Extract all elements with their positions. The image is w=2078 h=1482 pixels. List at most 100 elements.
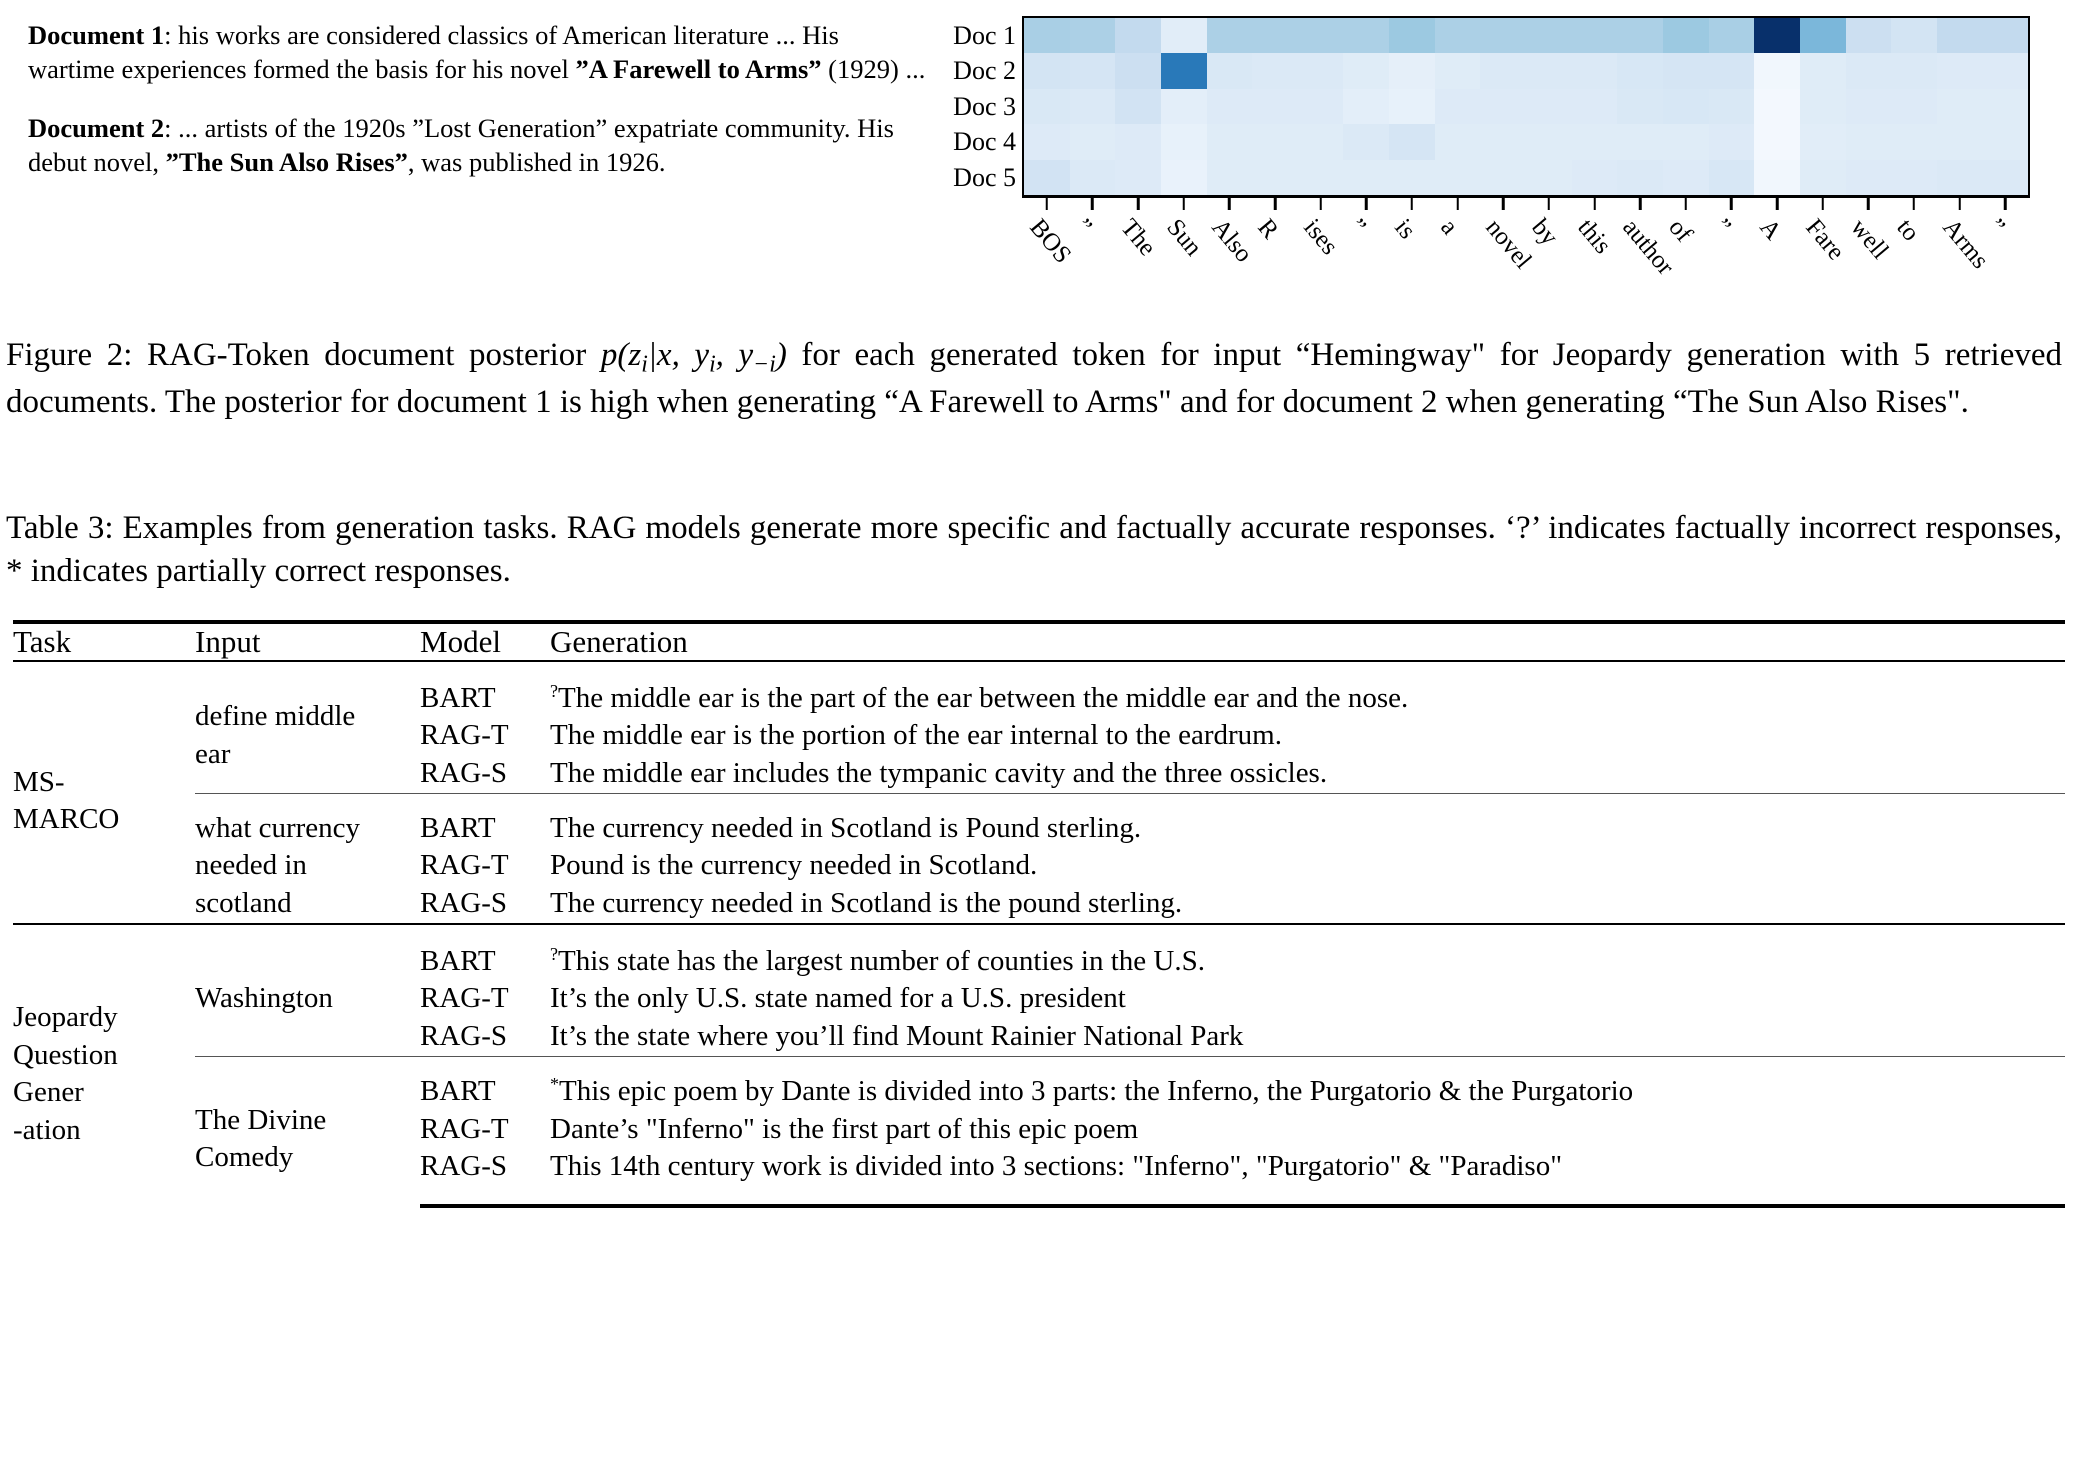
- heatmap-cell: [1206, 159, 1253, 195]
- x-tick-label-slot: well: [1846, 210, 1894, 320]
- heatmap-cell: [1571, 124, 1618, 160]
- table-header-row: Task Input Model Generation: [13, 621, 2065, 661]
- heatmap-cell: [1252, 53, 1298, 89]
- x-tick-label: BOS: [1024, 213, 1077, 269]
- heatmap-cell: [1571, 18, 1618, 54]
- input-line: Washington: [195, 982, 333, 1015]
- heatmap-cell: [1024, 124, 1070, 160]
- task-line: Gener: [13, 1076, 84, 1109]
- formula-y1-subscript: i: [709, 351, 716, 378]
- heatmap-cell: [1297, 53, 1344, 89]
- model-cell: BART: [420, 792, 550, 848]
- x-tick-label: ”: [1982, 213, 2011, 240]
- generation-text: This state has the largest number of cou…: [557, 944, 1205, 977]
- formula-comma-1: ,: [671, 337, 695, 373]
- heatmap-cell: [1617, 18, 1663, 54]
- x-tick: [1709, 197, 1755, 210]
- heatmap-row: [1024, 53, 2029, 89]
- heatmap-cell: [1206, 88, 1253, 125]
- heatmap-cell: [1024, 88, 1070, 125]
- heatmap-cell: [1343, 53, 1390, 89]
- x-tick-label-slot: ”: [1070, 210, 1116, 320]
- heatmap-cell: [1754, 18, 1800, 54]
- x-tick-label: a: [1434, 213, 1463, 240]
- task-cell: MS- MARCO: [13, 659, 195, 924]
- generation-cell: The currency needed in Scotland is the p…: [550, 885, 2065, 924]
- generation-text: The currency needed in Scotland is Pound…: [550, 811, 1142, 844]
- generation-cell: *This epic poem by Dante is divided into…: [550, 1055, 2065, 1111]
- x-tick-label: of: [1663, 213, 1698, 248]
- formula-open-paren: (: [617, 337, 629, 373]
- x-tick: [1161, 197, 1207, 210]
- x-tick-label-slot: Also: [1207, 210, 1258, 320]
- heatmap-x-axis-ticks: [1024, 197, 2028, 210]
- x-tick-label: is: [1389, 213, 1421, 245]
- heatmap-row-label-3: Doc 3: [930, 89, 1029, 124]
- model-cell: BART: [420, 1055, 550, 1111]
- x-tick-label: this: [1571, 213, 1616, 259]
- heatmap-cell: [1799, 88, 1846, 125]
- column-header-model: Model: [420, 623, 501, 659]
- heatmap-cell: [1982, 53, 2029, 89]
- heatmap-x-axis-labels: BOS” The Sun Also Rises” is a novel by this author…: [1024, 210, 2028, 320]
- x-tick-label: A: [1754, 213, 1787, 246]
- x-tick: [1480, 197, 1526, 210]
- x-tick: [1115, 197, 1161, 210]
- formula-y2-subscript: −i: [753, 351, 776, 378]
- heatmap-cell: [1708, 53, 1755, 89]
- task-line: Question: [13, 1038, 118, 1071]
- heatmap-cell: [1891, 53, 1937, 89]
- formula-z: z: [628, 337, 642, 373]
- heatmap-cell: [1115, 124, 1161, 160]
- column-header-task: Task: [13, 623, 72, 659]
- heatmap-cell: [1662, 124, 1709, 160]
- x-tick-label-slot: ”: [1982, 210, 2028, 320]
- model-cell: RAG-T: [420, 1112, 509, 1145]
- heatmap-cell: [1845, 159, 1892, 195]
- input-line: ear: [195, 738, 231, 771]
- heatmap-cell: [1662, 159, 1709, 195]
- heatmap-cell: [1891, 88, 1937, 125]
- generation-text: Pound is the currency needed in Scotland…: [550, 849, 1038, 882]
- heatmap-cell: [1617, 124, 1663, 160]
- heatmap-cell: [1891, 18, 1937, 54]
- table-row: MS- MARCO define middle ear BART ?The middle …: [13, 659, 2065, 924]
- heatmap-cell: [1069, 53, 1116, 89]
- heatmap-cell: [1069, 124, 1116, 160]
- heatmap-row-label-4: Doc 4: [930, 124, 1029, 159]
- figure-caption-prefix: Figure 2: RAG-Token document posterior: [6, 337, 601, 373]
- task-line: -ation: [13, 1114, 81, 1147]
- heatmap-cell: [1617, 159, 1663, 195]
- x-tick: [1982, 197, 2028, 210]
- heatmap-cell: [1526, 159, 1572, 195]
- heatmap-cell: [1069, 88, 1116, 125]
- heatmap-cell: [1799, 53, 1846, 89]
- generation-cell: The currency needed in Scotland is Pound…: [550, 792, 2065, 848]
- heatmap-cell: [1297, 18, 1344, 54]
- heatmap-cell: [1708, 124, 1755, 160]
- heatmap-cell: [1206, 53, 1253, 89]
- formula-y-1: y: [694, 337, 710, 373]
- heatmap-cell: [1571, 88, 1618, 125]
- heatmap-row: [1024, 88, 2029, 125]
- x-tick: [1298, 197, 1344, 210]
- heatmap-cell: [1252, 88, 1298, 125]
- heatmap-cell: [1662, 88, 1709, 125]
- heatmap-cell: [1115, 159, 1161, 195]
- generation-cell: This 14th century work is divided into 3…: [550, 1148, 2065, 1208]
- document-label: Document 1: [28, 20, 165, 50]
- task-line: Jeopardy: [13, 1000, 118, 1033]
- input-line: define middle: [195, 700, 356, 733]
- formula-x: x: [656, 337, 672, 373]
- generation-cell: Dante’s "Inferno" is the first part of t…: [550, 1111, 2065, 1149]
- document-text: , was published in 1926.: [407, 147, 666, 178]
- heatmap-cell: [1662, 53, 1709, 89]
- heatmap-row: [1024, 18, 2029, 54]
- heatmap-row: [1024, 159, 2029, 195]
- generation-cell: ?This state has the largest number of co…: [550, 922, 2065, 981]
- heatmap-cell: [1115, 88, 1161, 125]
- x-tick: [1617, 197, 1663, 210]
- document-posterior-heatmap: Doc 1 Doc 2 Doc 3 Doc 4 Doc 5 BOS” The Sun Also…: [930, 10, 2078, 320]
- correctness-marker: ?: [550, 943, 558, 964]
- input-line: what currency: [195, 811, 361, 844]
